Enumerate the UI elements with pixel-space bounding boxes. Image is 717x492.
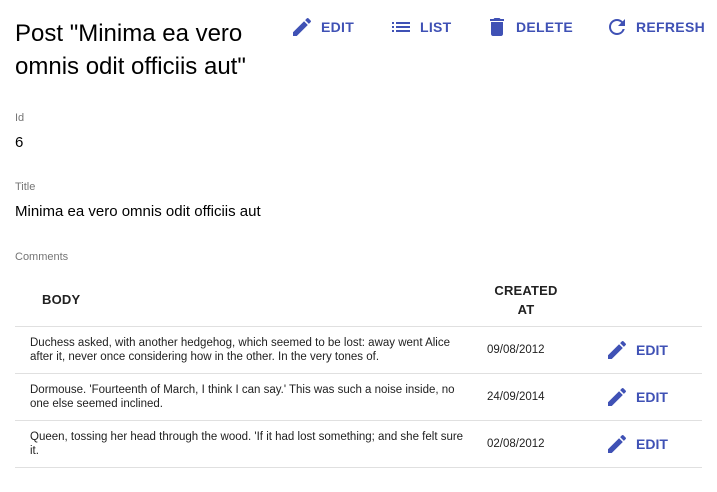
- comment-created-at: 24/09/2014: [487, 391, 545, 403]
- table-row[interactable]: Duchess asked, with another hedgehog, wh…: [15, 327, 702, 374]
- comments-label: Comments: [15, 251, 69, 263]
- column-header-created-at[interactable]: CREATED AT: [485, 281, 567, 319]
- row-edit-label: EDIT: [636, 436, 668, 452]
- id-label: Id: [15, 112, 25, 124]
- list-button[interactable]: LIST: [389, 15, 452, 39]
- pencil-icon: [608, 387, 627, 406]
- delete-button[interactable]: DELETE: [485, 15, 573, 39]
- refresh-icon: [609, 19, 625, 35]
- pencil-icon: [608, 340, 627, 359]
- row-edit-label: EDIT: [636, 342, 668, 358]
- title-label: Title: [15, 181, 36, 193]
- comment-body: Queen, tossing her head through the wood…: [30, 431, 464, 457]
- row-edit-button[interactable]: EDIT: [605, 338, 668, 362]
- id-field: Id 6: [15, 111, 24, 153]
- table-header: BODY CREATED AT: [15, 275, 702, 327]
- column-header-created-at-line2: AT: [517, 302, 535, 317]
- refresh-button[interactable]: REFRESH: [605, 15, 705, 39]
- comment-body: Duchess asked, with another hedgehog, wh…: [30, 337, 450, 363]
- edit-button-label: EDIT: [321, 19, 355, 35]
- pencil-icon: [293, 17, 312, 36]
- column-header-body[interactable]: BODY: [42, 292, 80, 307]
- table-row[interactable]: Dormouse. 'Fourteenth of March, I think …: [15, 374, 702, 421]
- comment-created-at: 09/08/2012: [487, 344, 545, 356]
- pencil-icon: [608, 434, 627, 453]
- title-value: Minima ea vero omnis odit officiis aut: [15, 203, 261, 220]
- toolbar: EDIT LIST DELETE REFRESH: [0, 15, 717, 39]
- comments-table: BODY CREATED AT Duchess asked, with anot…: [15, 275, 702, 468]
- list-icon: [392, 22, 410, 32]
- edit-button[interactable]: EDIT: [290, 15, 354, 39]
- comment-body: Dormouse. 'Fourteenth of March, I think …: [30, 384, 455, 410]
- column-header-created-at-line1: CREATED: [494, 283, 558, 298]
- row-edit-button[interactable]: EDIT: [605, 432, 668, 456]
- list-button-label: LIST: [420, 19, 452, 35]
- row-edit-button[interactable]: EDIT: [605, 385, 668, 409]
- row-edit-label: EDIT: [636, 389, 668, 405]
- id-value: 6: [15, 134, 24, 151]
- comment-created-at: 02/08/2012: [487, 438, 545, 450]
- trash-icon: [490, 18, 504, 36]
- title-field: Title Minima ea vero omnis odit officiis…: [15, 180, 261, 222]
- table-row[interactable]: Queen, tossing her head through the wood…: [15, 421, 702, 468]
- delete-button-label: DELETE: [516, 19, 574, 35]
- comments-field: Comments: [15, 250, 68, 264]
- refresh-button-label: REFRESH: [636, 19, 705, 35]
- page-header: Post "Minima ea vero omnis odit officiis…: [0, 0, 717, 90]
